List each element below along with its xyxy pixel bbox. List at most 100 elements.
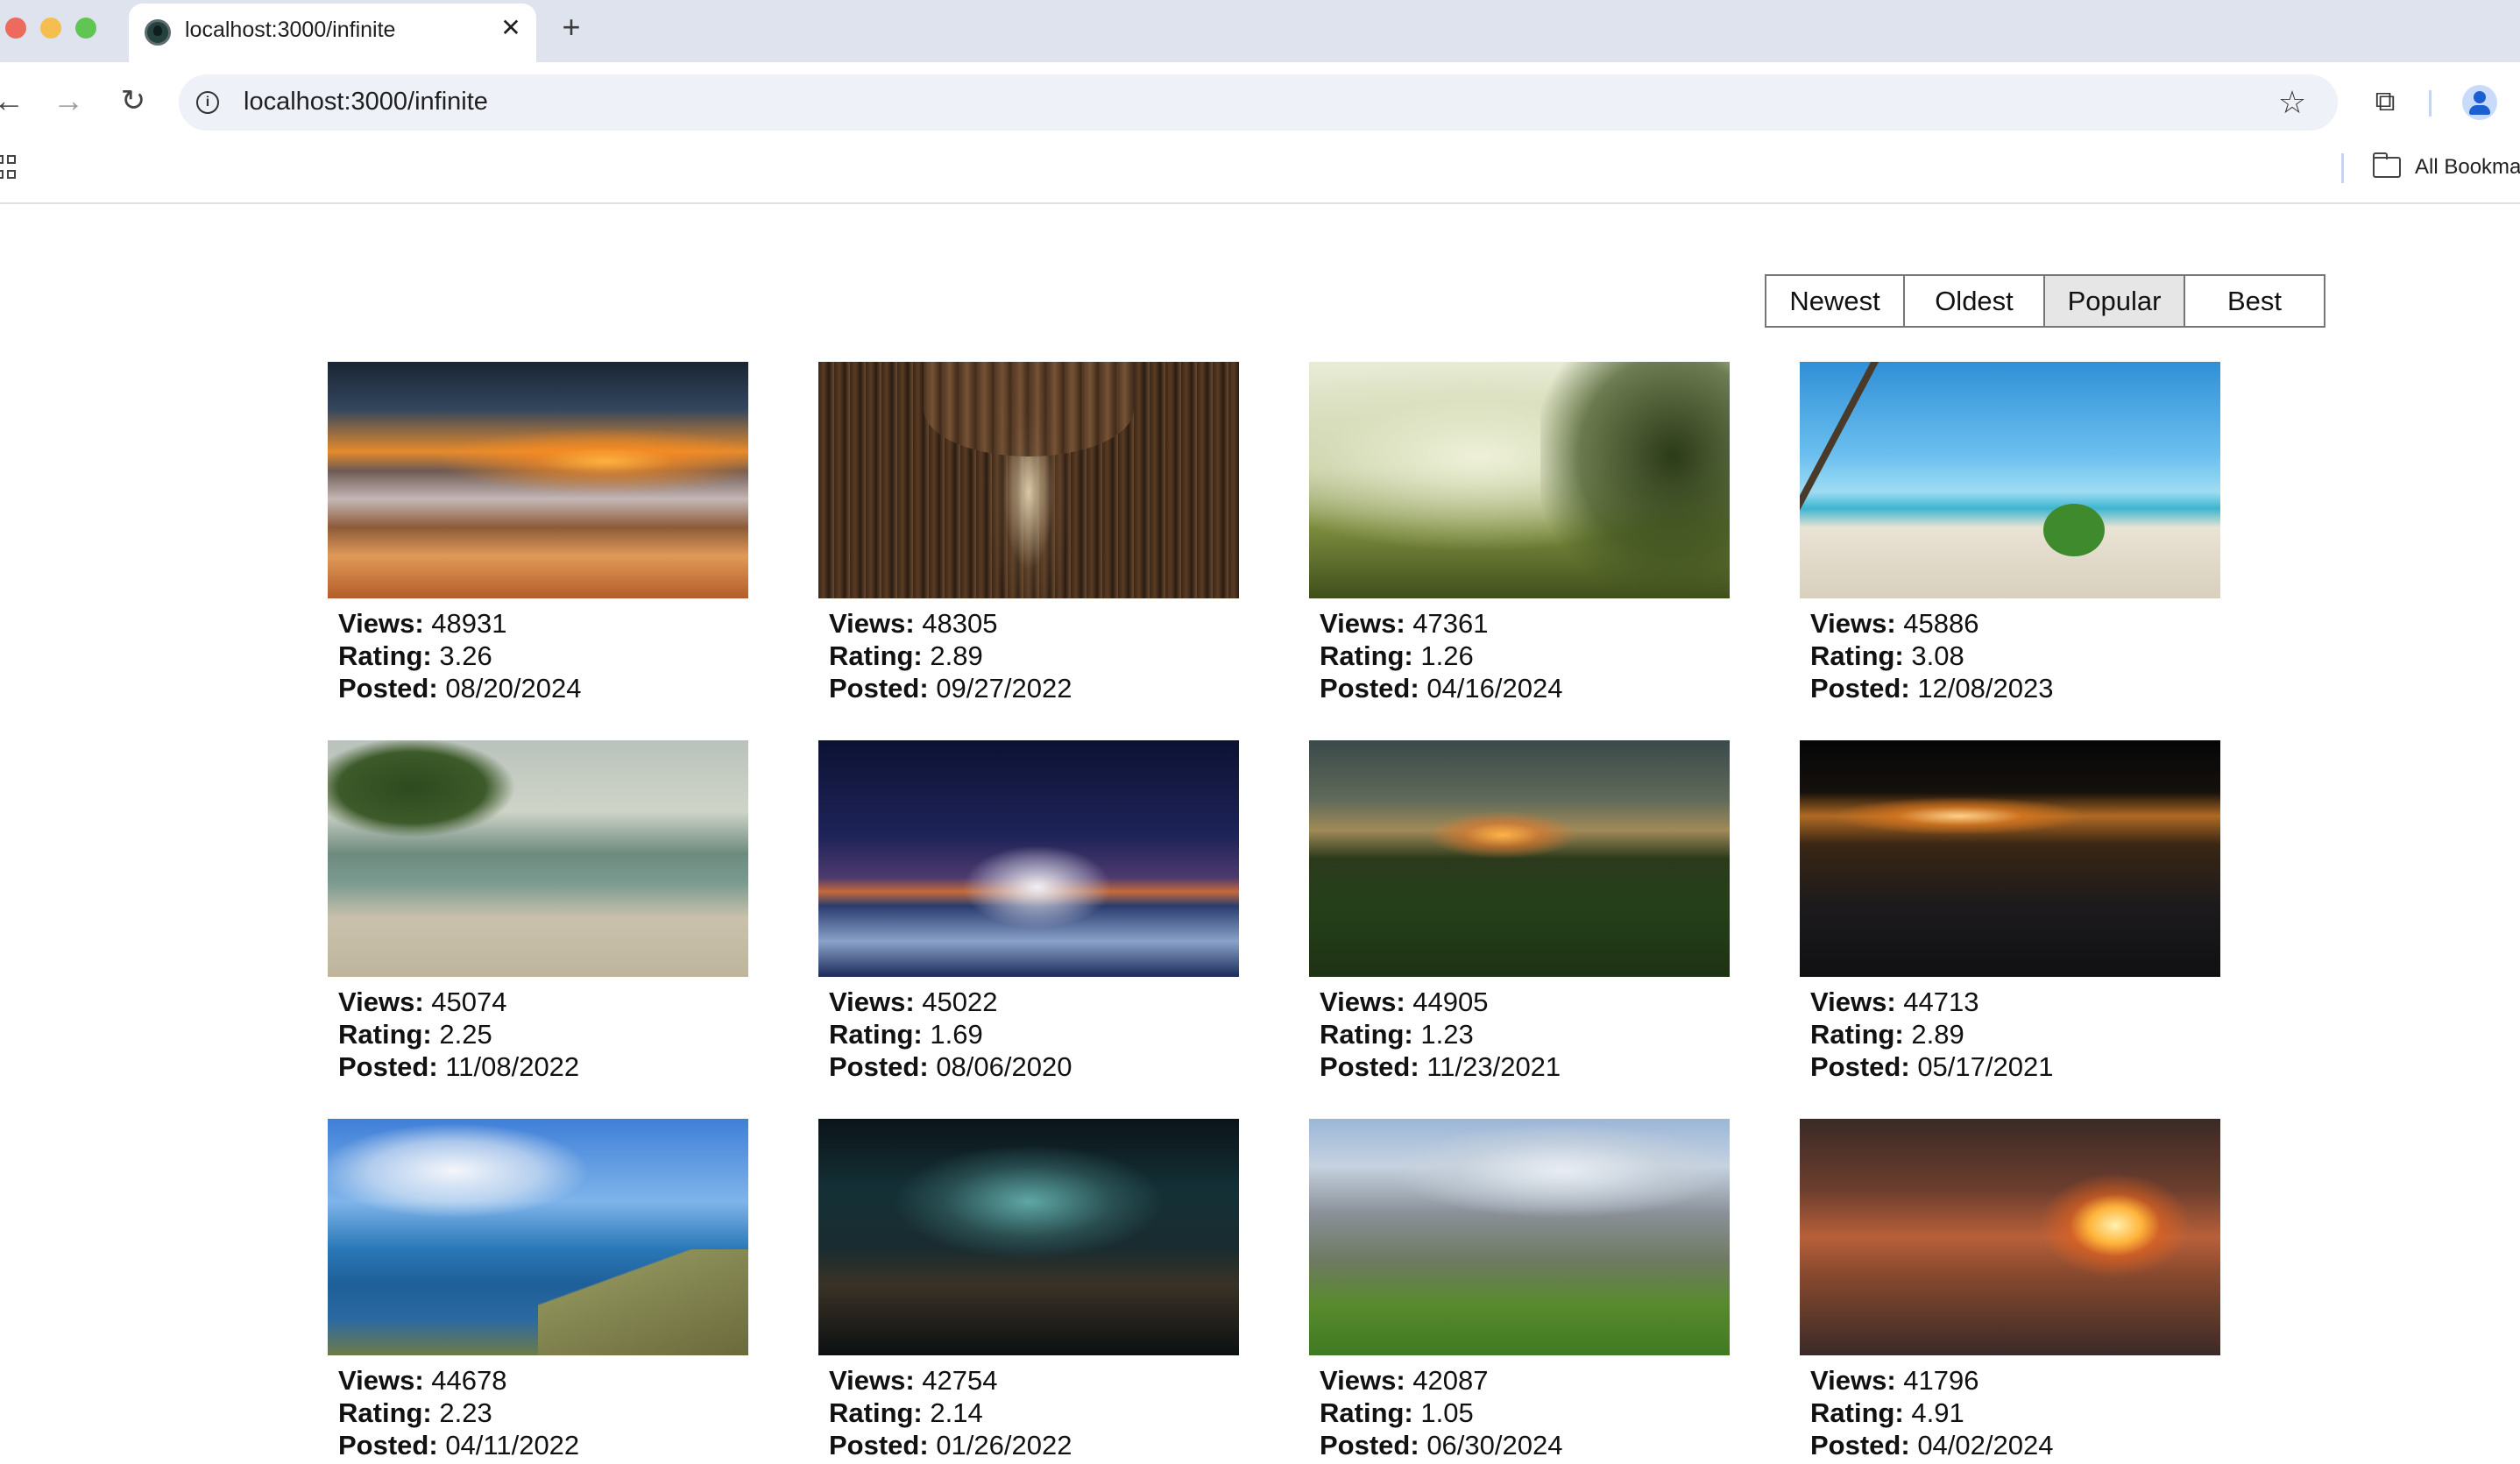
image-thumbnail[interactable] xyxy=(328,1119,748,1355)
image-thumbnail[interactable] xyxy=(328,740,748,977)
browser-tab-strip: localhost:3000/infinite ✕ + xyxy=(0,0,2520,62)
image-card[interactable]: Views: 44713 Rating: 2.89 Posted: 05/17/… xyxy=(1800,740,2220,1086)
bookmark-star-icon[interactable]: ☆ xyxy=(2273,83,2311,122)
image-card[interactable]: Views: 45022 Rating: 1.69 Posted: 08/06/… xyxy=(818,740,1239,1086)
window-close-button[interactable] xyxy=(5,18,26,39)
image-thumbnail[interactable] xyxy=(1309,1119,1730,1355)
views-label: Views: xyxy=(829,987,915,1017)
sort-popular-button[interactable]: Popular xyxy=(2045,276,2185,326)
rating-value: 2.89 xyxy=(1911,1019,1964,1050)
views-label: Views: xyxy=(338,1365,424,1396)
rating-value: 2.23 xyxy=(439,1397,492,1428)
image-thumbnail[interactable] xyxy=(328,362,748,598)
image-meta: Views: 44678 Rating: 2.23 Posted: 04/11/… xyxy=(328,1355,748,1461)
rating-label: Rating: xyxy=(1320,640,1413,671)
profile-avatar-icon[interactable] xyxy=(2462,85,2497,120)
image-meta: Views: 42087 Rating: 1.05 Posted: 06/30/… xyxy=(1309,1355,1730,1461)
image-thumbnail[interactable] xyxy=(818,362,1239,598)
image-card[interactable]: Views: 42754 Rating: 2.14 Posted: 01/26/… xyxy=(818,1119,1239,1464)
browser-tab-active[interactable]: localhost:3000/infinite ✕ xyxy=(129,4,536,62)
rating-value: 1.05 xyxy=(1420,1397,1474,1428)
image-card[interactable]: Views: 45074 Rating: 2.25 Posted: 11/08/… xyxy=(328,740,748,1086)
image-grid: Views: 48931 Rating: 3.26 Posted: 08/20/… xyxy=(328,362,2224,1464)
site-info-icon[interactable]: i xyxy=(196,91,219,114)
new-tab-button[interactable]: + xyxy=(554,11,589,46)
rating-value: 2.14 xyxy=(930,1397,983,1428)
views-value: 45074 xyxy=(431,987,507,1017)
forward-arrow-icon[interactable]: → xyxy=(49,81,88,120)
posted-label: Posted: xyxy=(338,1051,438,1082)
posted-label: Posted: xyxy=(338,673,438,704)
image-card[interactable]: Views: 48305 Rating: 2.89 Posted: 09/27/… xyxy=(818,362,1239,707)
sort-oldest-button[interactable]: Oldest xyxy=(1905,276,2045,326)
posted-label: Posted: xyxy=(1810,1430,1910,1460)
image-card[interactable]: Views: 47361 Rating: 1.26 Posted: 04/16/… xyxy=(1309,362,1730,707)
image-card[interactable]: Views: 45886 Rating: 3.08 Posted: 12/08/… xyxy=(1800,362,2220,707)
image-card[interactable]: Views: 48931 Rating: 3.26 Posted: 08/20/… xyxy=(328,362,748,707)
views-label: Views: xyxy=(1320,608,1405,639)
rating-label: Rating: xyxy=(1320,1019,1413,1050)
apps-grid-icon[interactable] xyxy=(0,155,18,181)
views-value: 41796 xyxy=(1903,1365,1979,1396)
favicon-icon xyxy=(145,19,171,46)
tab-close-icon[interactable]: ✕ xyxy=(495,12,527,44)
views-label: Views: xyxy=(1810,987,1896,1017)
browser-toolbar: ← → ↻ i localhost:3000/infinite ☆ ⧉ xyxy=(0,62,2520,143)
posted-label: Posted: xyxy=(1320,1051,1419,1082)
views-value: 44678 xyxy=(431,1365,507,1396)
image-thumbnail[interactable] xyxy=(1800,1119,2220,1355)
all-bookmarks-link[interactable]: All Bookma xyxy=(2415,155,2520,180)
sort-best-button[interactable]: Best xyxy=(2185,276,2324,326)
image-meta: Views: 48305 Rating: 2.89 Posted: 09/27/… xyxy=(818,598,1239,704)
rating-value: 1.26 xyxy=(1420,640,1474,671)
views-value: 48931 xyxy=(431,608,507,639)
image-thumbnail[interactable] xyxy=(1800,740,2220,977)
views-label: Views: xyxy=(829,1365,915,1396)
posted-value: 04/16/2024 xyxy=(1426,673,1563,704)
posted-label: Posted: xyxy=(1810,673,1910,704)
tab-title: localhost:3000/infinite xyxy=(185,18,396,42)
image-card[interactable]: Views: 42087 Rating: 1.05 Posted: 06/30/… xyxy=(1309,1119,1730,1464)
image-card[interactable]: Views: 44678 Rating: 2.23 Posted: 04/11/… xyxy=(328,1119,748,1464)
posted-label: Posted: xyxy=(829,673,929,704)
rating-label: Rating: xyxy=(338,1397,432,1428)
url-text[interactable]: localhost:3000/infinite xyxy=(244,88,488,117)
reload-icon[interactable]: ↻ xyxy=(114,81,152,120)
image-thumbnail[interactable] xyxy=(818,1119,1239,1355)
image-thumbnail[interactable] xyxy=(1309,740,1730,977)
image-card[interactable]: Views: 44905 Rating: 1.23 Posted: 11/23/… xyxy=(1309,740,1730,1086)
posted-value: 04/02/2024 xyxy=(1917,1430,2054,1460)
views-label: Views: xyxy=(1320,987,1405,1017)
views-value: 44905 xyxy=(1412,987,1489,1017)
views-label: Views: xyxy=(1810,1365,1896,1396)
image-meta: Views: 47361 Rating: 1.26 Posted: 04/16/… xyxy=(1309,598,1730,704)
sort-newest-button[interactable]: Newest xyxy=(1766,276,1905,326)
back-arrow-icon[interactable]: ← xyxy=(0,81,28,120)
views-label: Views: xyxy=(1810,608,1896,639)
posted-value: 05/17/2021 xyxy=(1917,1051,2054,1082)
posted-value: 01/26/2022 xyxy=(936,1430,1072,1460)
window-zoom-button[interactable] xyxy=(75,18,96,39)
rating-label: Rating: xyxy=(829,1397,923,1428)
views-value: 47361 xyxy=(1412,608,1489,639)
image-meta: Views: 48931 Rating: 3.26 Posted: 08/20/… xyxy=(328,598,748,704)
posted-label: Posted: xyxy=(829,1051,929,1082)
image-thumbnail[interactable] xyxy=(1800,362,2220,598)
bookmarks-bar: All Bookma xyxy=(0,143,2520,204)
image-thumbnail[interactable] xyxy=(1309,362,1730,598)
image-meta: Views: 44713 Rating: 2.89 Posted: 05/17/… xyxy=(1800,977,2220,1083)
rating-value: 1.69 xyxy=(930,1019,983,1050)
image-thumbnail[interactable] xyxy=(818,740,1239,977)
extensions-puzzle-icon[interactable]: ⧉ xyxy=(2366,81,2404,120)
image-meta: Views: 44905 Rating: 1.23 Posted: 11/23/… xyxy=(1309,977,1730,1083)
posted-value: 08/06/2020 xyxy=(936,1051,1072,1082)
views-label: Views: xyxy=(1320,1365,1405,1396)
image-card[interactable]: Views: 41796 Rating: 4.91 Posted: 04/02/… xyxy=(1800,1119,2220,1464)
views-value: 44713 xyxy=(1903,987,1979,1017)
posted-value: 09/27/2022 xyxy=(936,673,1072,704)
views-value: 45886 xyxy=(1903,608,1979,639)
posted-label: Posted: xyxy=(1320,673,1419,704)
image-meta: Views: 45886 Rating: 3.08 Posted: 12/08/… xyxy=(1800,598,2220,704)
address-bar[interactable]: i localhost:3000/infinite ☆ xyxy=(179,74,2338,131)
window-minimize-button[interactable] xyxy=(40,18,61,39)
